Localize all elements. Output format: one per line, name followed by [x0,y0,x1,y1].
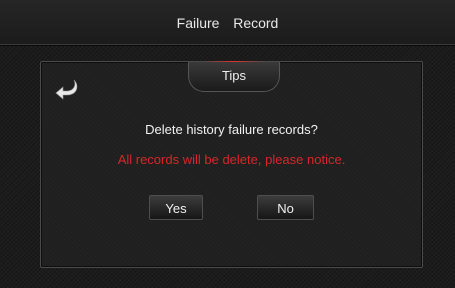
yes-button[interactable]: Yes [149,195,203,220]
confirm-question: Delete history failure records? [145,122,318,137]
back-arrow-icon [55,79,78,100]
no-button[interactable]: No [257,195,314,220]
warning-notice: All records will be delete, please notic… [117,152,346,167]
tips-tab-label: Tips [221,68,247,83]
page-title: Failure Record [176,15,279,31]
title-bar: Failure Record [0,0,455,45]
screen: Failure Record Tips Delete history failu… [0,0,455,288]
back-button[interactable] [54,78,80,100]
